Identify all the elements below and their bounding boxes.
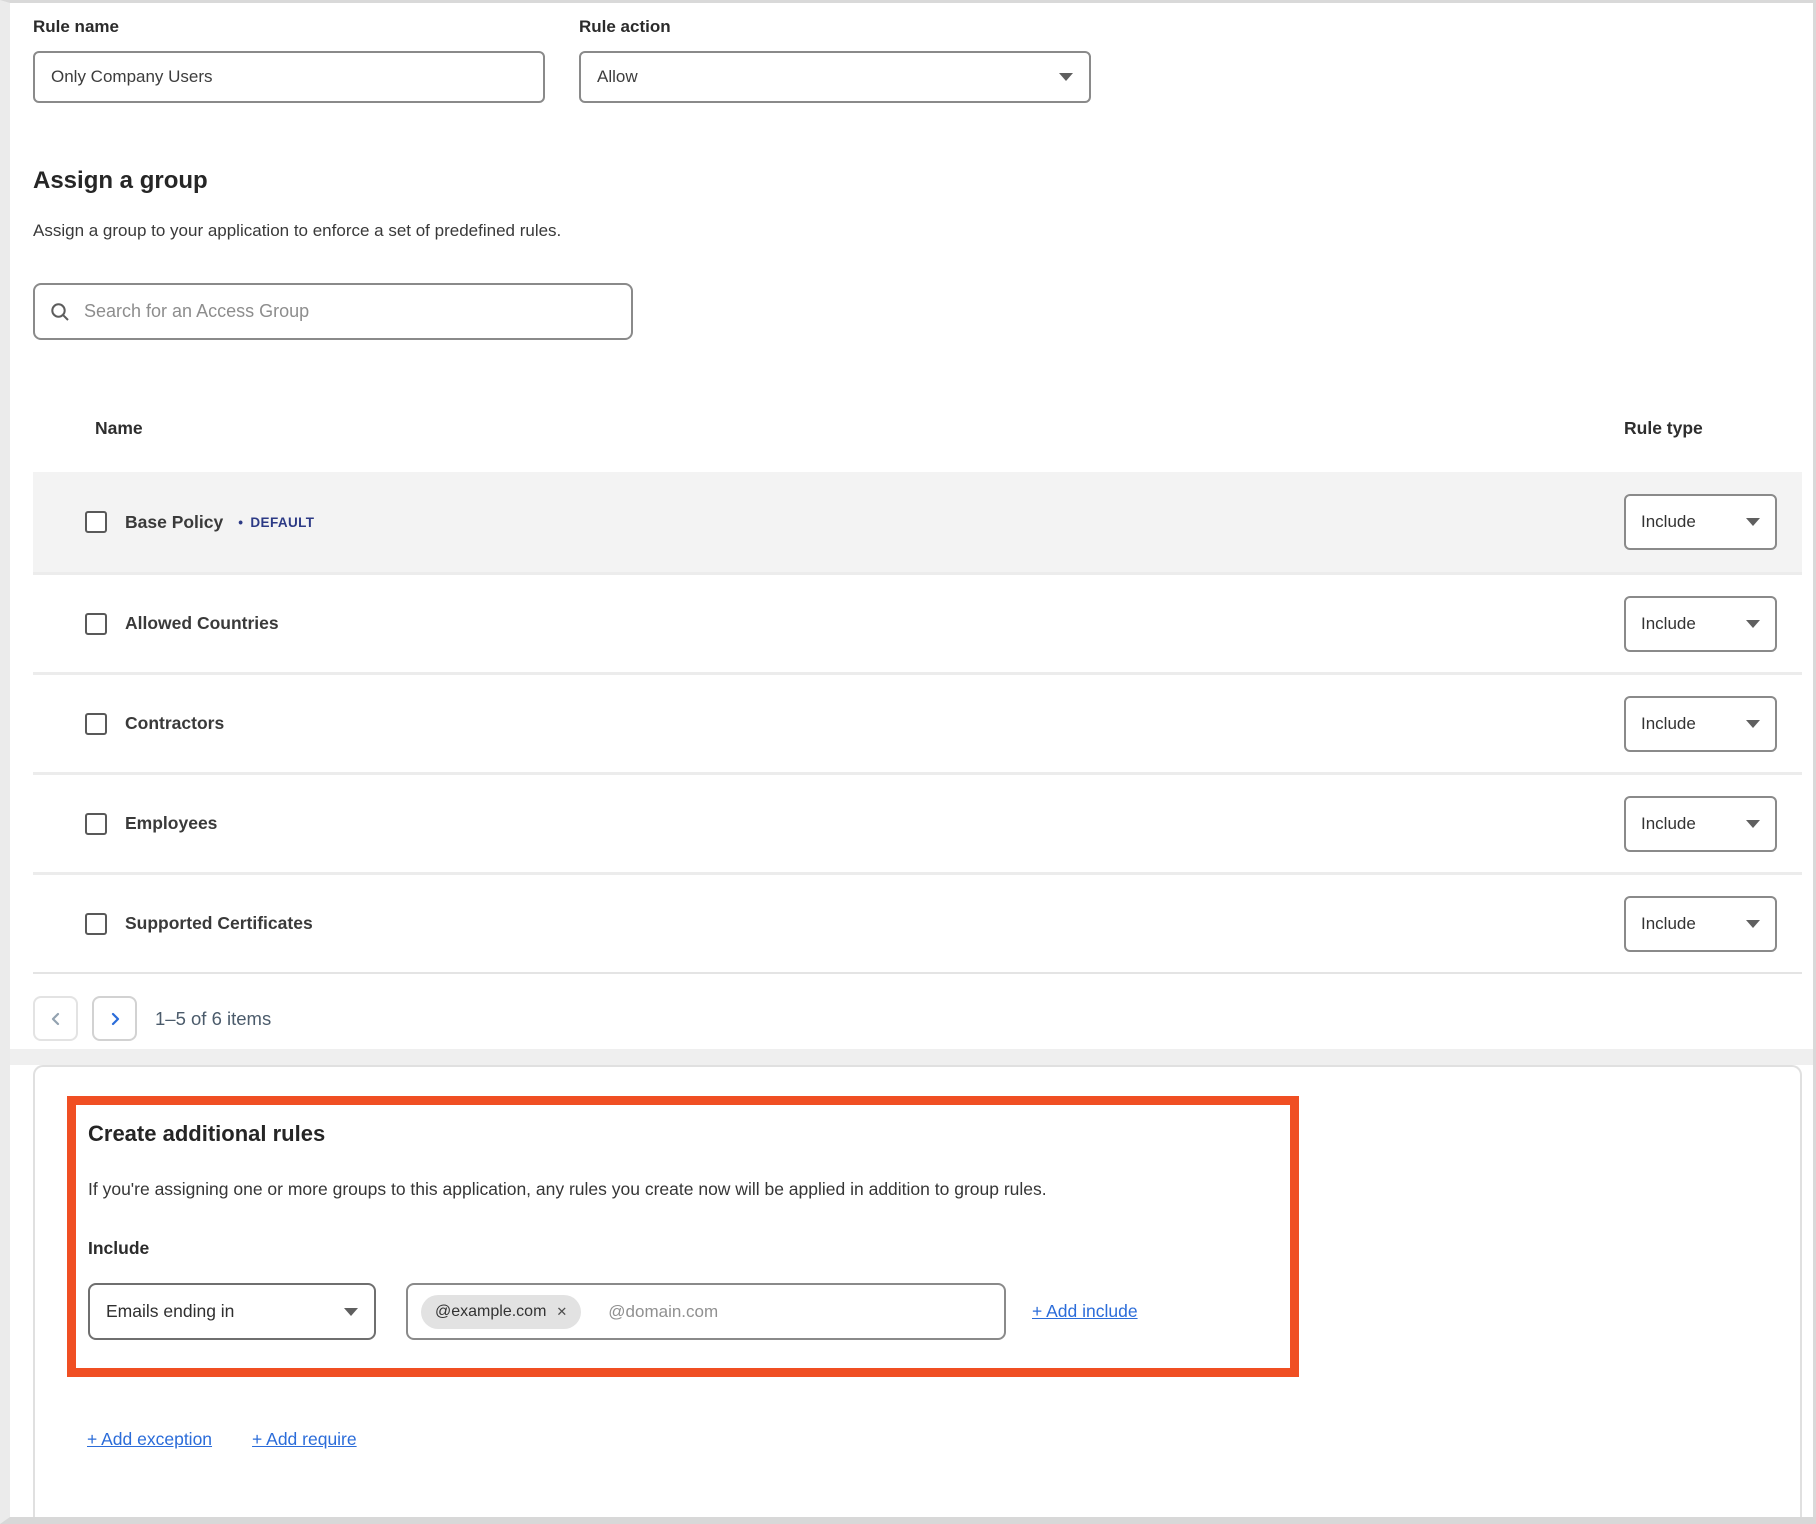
include-section-label: Include	[88, 1238, 1270, 1259]
additional-rules-heading: Create additional rules	[88, 1121, 1270, 1147]
search-icon	[49, 301, 71, 323]
table-row: Supported Certificates Include	[33, 872, 1802, 972]
previous-page-button[interactable]	[33, 996, 78, 1041]
next-page-button[interactable]	[92, 996, 137, 1041]
rule-type-value: Include	[1641, 714, 1696, 734]
column-header-name: Name	[95, 418, 1624, 439]
assign-group-description: Assign a group to your application to en…	[33, 221, 1802, 241]
group-name: Base Policy	[125, 512, 223, 533]
additional-rules-card: Create additional rules If you're assign…	[33, 1065, 1802, 1517]
section-divider	[10, 1049, 1813, 1065]
email-domain-chip: @example.com ✕	[421, 1295, 581, 1329]
add-require-link[interactable]: + Add require	[252, 1429, 357, 1450]
close-icon[interactable]: ✕	[556, 1304, 567, 1320]
badge-label: DEFAULT	[250, 515, 314, 530]
rule-type-value: Include	[1641, 512, 1696, 532]
add-include-link[interactable]: + Add include	[1032, 1301, 1138, 1322]
chevron-down-icon	[344, 1308, 358, 1316]
rule-type-value: Include	[1641, 914, 1696, 934]
rule-type-select[interactable]: Include	[1624, 596, 1777, 652]
chevron-down-icon	[1059, 73, 1073, 81]
chevron-down-icon	[1746, 518, 1760, 526]
chevron-down-icon	[1746, 720, 1760, 728]
rule-form-row: Rule name Rule action Allow	[33, 17, 1802, 103]
rule-name-input[interactable]	[33, 51, 545, 103]
row-checkbox[interactable]	[85, 713, 107, 735]
rule-action-field-group: Rule action Allow	[579, 17, 1091, 103]
domain-text-input[interactable]	[608, 1302, 991, 1322]
rule-type-value: Include	[1641, 814, 1696, 834]
rule-type-select[interactable]: Include	[1624, 696, 1777, 752]
rule-action-label: Rule action	[579, 17, 1091, 37]
row-checkbox[interactable]	[85, 813, 107, 835]
condition-select[interactable]: Emails ending in	[88, 1283, 376, 1340]
access-groups-table: Name Rule type Base Policy • DEFAULT Inc…	[33, 384, 1802, 974]
access-group-search[interactable]	[33, 283, 633, 340]
chevron-left-icon	[48, 1011, 64, 1027]
chevron-down-icon	[1746, 920, 1760, 928]
table-header-row: Name Rule type	[33, 384, 1802, 472]
search-input[interactable]	[84, 301, 617, 322]
table-row: Contractors Include	[33, 672, 1802, 772]
email-domains-input[interactable]: @example.com ✕	[406, 1283, 1006, 1340]
add-exception-link[interactable]: + Add exception	[87, 1429, 212, 1450]
row-checkbox[interactable]	[85, 511, 107, 533]
group-name: Allowed Countries	[125, 613, 279, 634]
group-name: Employees	[125, 813, 217, 834]
rule-name-label: Rule name	[33, 17, 545, 37]
rule-type-select[interactable]: Include	[1624, 494, 1777, 550]
rule-type-select[interactable]: Include	[1624, 896, 1777, 952]
assign-group-heading: Assign a group	[33, 167, 1802, 195]
group-name: Supported Certificates	[125, 913, 313, 934]
rule-type-value: Include	[1641, 614, 1696, 634]
additional-rules-description: If you're assigning one or more groups t…	[88, 1179, 1270, 1200]
column-header-rule-type: Rule type	[1624, 418, 1784, 439]
rule-links-row: + Add exception + Add require	[87, 1429, 1800, 1450]
rule-name-field-group: Rule name	[33, 17, 545, 103]
table-row: Employees Include	[33, 772, 1802, 872]
row-checkbox[interactable]	[85, 613, 107, 635]
page-frame: Rule name Rule action Allow Assign a gro…	[0, 0, 1816, 1524]
rule-action-value: Allow	[597, 67, 638, 87]
chevron-down-icon	[1746, 620, 1760, 628]
table-row: Allowed Countries Include	[33, 572, 1802, 672]
badge-bullet: •	[238, 515, 243, 530]
condition-value: Emails ending in	[106, 1301, 234, 1322]
chip-label: @example.com	[435, 1303, 546, 1321]
include-rule-row: Emails ending in @example.com ✕ + Add in…	[88, 1283, 1270, 1340]
chevron-down-icon	[1746, 820, 1760, 828]
pagination-range-text: 1–5 of 6 items	[155, 1008, 271, 1030]
table-row: Base Policy • DEFAULT Include	[33, 472, 1802, 572]
pagination: 1–5 of 6 items	[33, 996, 1802, 1041]
highlight-outline: Create additional rules If you're assign…	[67, 1096, 1299, 1377]
row-checkbox[interactable]	[85, 913, 107, 935]
rule-type-select[interactable]: Include	[1624, 796, 1777, 852]
group-name: Contractors	[125, 713, 224, 734]
rule-action-select[interactable]: Allow	[579, 51, 1091, 103]
default-badge: • DEFAULT	[238, 515, 314, 530]
chevron-right-icon	[107, 1011, 123, 1027]
